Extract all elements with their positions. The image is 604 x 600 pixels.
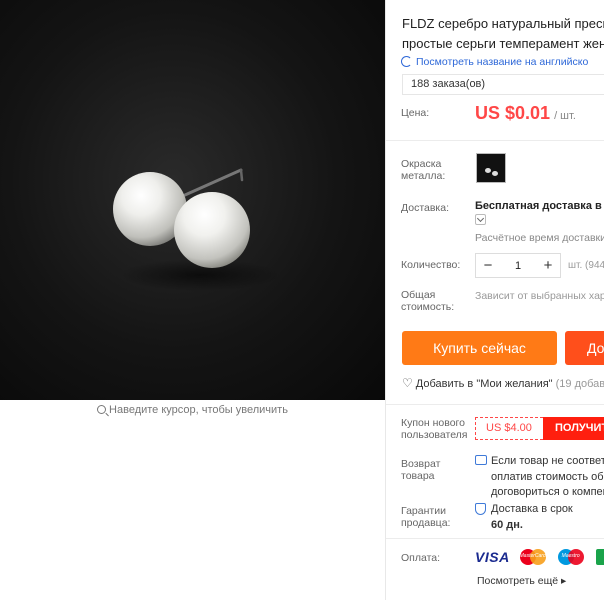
- payment-label: Оплата:: [401, 552, 441, 564]
- return-policy-line-2: оплатив стоимость обр: [491, 470, 604, 483]
- coupon-label: Купон нового пользователя: [401, 417, 468, 441]
- price-label: Цена:: [401, 107, 430, 119]
- guarantee-label-line-1: Гарантии: [401, 505, 446, 517]
- coupon-label-line-2: пользователя: [401, 429, 468, 441]
- shipping-estimate: Расчётное время доставки: [475, 232, 604, 244]
- divider: [386, 538, 604, 539]
- coupon-value: US $4.00: [475, 417, 543, 440]
- quantity-decrease-button[interactable]: −: [476, 257, 500, 274]
- quantity-increase-button[interactable]: +: [536, 257, 560, 274]
- translate-title-link[interactable]: Посмотреть название на английско: [401, 56, 588, 68]
- see-more-payment-link[interactable]: Посмотреть ещё ▸: [477, 575, 566, 587]
- returns-label-line-1: Возврат: [401, 458, 441, 470]
- translate-icon: [401, 56, 412, 67]
- coupon-label-line-1: Купон нового: [401, 417, 465, 429]
- product-title-line-2: простые серьги темперамент жен: [402, 36, 604, 51]
- buy-now-button[interactable]: Купить сейчас: [402, 331, 557, 365]
- product-info-panel: FLDZ серебро натуральный пресн простые с…: [385, 0, 604, 600]
- total-label-line-2: стоимость:: [401, 301, 455, 313]
- price-row: US $0.01/ шт.: [475, 103, 576, 124]
- maestro-logo: Maestro: [556, 547, 586, 567]
- product-image[interactable]: [0, 0, 385, 400]
- seller-guarantee-text: Доставка в срок 60 дн.: [491, 502, 573, 533]
- total-price-text: Зависит от выбранных хар: [475, 290, 604, 302]
- shipping-method[interactable]: Бесплатная доставка в R: [475, 200, 604, 212]
- returns-label: Возврат товара: [401, 458, 440, 482]
- zoom-hint: Наведите курсор, чтобы увеличить: [0, 404, 385, 416]
- price-value: US $0.01: [475, 103, 551, 123]
- quantity-label: Количество:: [401, 259, 461, 271]
- add-to-wishlist-link[interactable]: ♡ Добавить в "Мои желания" (19 добав: [402, 376, 604, 390]
- divider: [386, 140, 604, 141]
- shield-icon: [475, 503, 486, 515]
- price-unit: / шт.: [554, 110, 576, 122]
- swatch-pearl-dot: [485, 168, 491, 173]
- product-title: FLDZ серебро натуральный пресн простые с…: [402, 14, 604, 54]
- guarantee-days: 60 дн.: [491, 518, 523, 531]
- guarantee-label: Гарантии продавца:: [401, 505, 450, 529]
- wishlist-text: Добавить в "Мои желания": [415, 378, 553, 390]
- payment-methods: VISA MasterCard Maestro: [475, 547, 604, 567]
- product-title-line-1: FLDZ серебро натуральный пресн: [402, 16, 604, 31]
- orders-count: 188 заказа(ов): [402, 74, 604, 95]
- return-policy-icon: [475, 455, 487, 465]
- translate-link-text: Посмотреть название на английско: [416, 56, 589, 68]
- mastercard-logo: MasterCard: [518, 547, 548, 567]
- wishlist-count: (19 добав: [555, 378, 604, 390]
- guarantee-label-line-2: продавца:: [401, 517, 451, 529]
- shipping-label: Доставка:: [401, 202, 450, 214]
- guarantee-line-1: Доставка в срок: [491, 503, 573, 515]
- color-label-line-1: Окраска: [401, 158, 442, 170]
- swatch-pearl-dot: [492, 171, 498, 176]
- more-payment-logo: [594, 547, 604, 567]
- return-policy-line-1: Если товар не соответс: [491, 455, 604, 467]
- total-label-line-1: Общая: [401, 289, 436, 301]
- color-option-swatch[interactable]: [476, 153, 506, 183]
- total-label: Общая стоимость:: [401, 289, 454, 313]
- visa-logo: VISA: [475, 549, 510, 565]
- return-policy-line-3: договориться о компен: [491, 486, 604, 498]
- new-user-coupon: US $4.00 ПОЛУЧИТ: [475, 417, 604, 440]
- pearl-earrings-illustration: [113, 168, 280, 291]
- return-policy-text: Если товар не соответс оплатив стоимость…: [491, 454, 604, 501]
- get-coupon-button[interactable]: ПОЛУЧИТ: [543, 417, 604, 440]
- mastercard-text: MasterCard: [519, 553, 546, 559]
- color-label: Окраска металла:: [401, 158, 445, 182]
- maestro-text: Maestro: [561, 553, 580, 559]
- magnifier-icon: [97, 405, 107, 414]
- color-label-line-2: металла:: [401, 170, 446, 182]
- quantity-available: шт. (944: [568, 260, 604, 271]
- divider: [386, 404, 604, 405]
- quantity-stepper: − 1 +: [475, 253, 561, 278]
- quantity-input[interactable]: 1: [500, 260, 536, 272]
- zoom-hint-text: Наведите курсор, чтобы увеличить: [109, 404, 288, 416]
- returns-label-line-2: товара: [401, 470, 435, 482]
- add-to-cart-button[interactable]: До: [565, 331, 604, 365]
- heart-icon: ♡: [402, 376, 413, 390]
- shipping-dropdown-icon[interactable]: [475, 214, 486, 225]
